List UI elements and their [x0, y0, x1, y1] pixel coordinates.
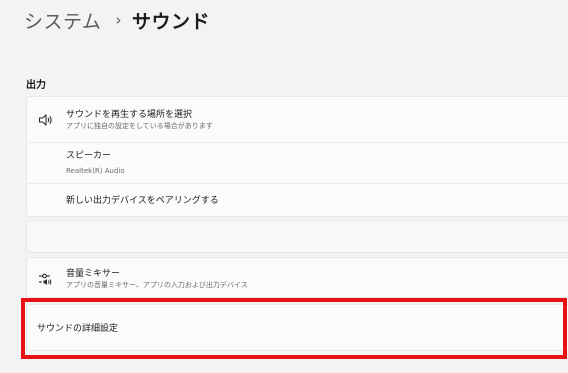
speaker-device-row[interactable]: スピーカー Realtek(R) Audio	[27, 142, 568, 183]
output-card: サウンドを再生する場所を選択 アプリに独自の設定をしている場合があります スピー…	[26, 96, 568, 217]
volume-mixer-icon	[38, 271, 54, 287]
pair-output-device-row[interactable]: 新しい出力デバイスをペアリングする	[27, 183, 568, 217]
choose-output-device-row[interactable]: サウンドを再生する場所を選択 アプリに独自の設定をしている場合があります	[27, 97, 568, 142]
blank-card	[26, 220, 568, 253]
page-title: サウンド	[131, 10, 210, 33]
speaker-icon	[38, 112, 54, 128]
choose-output-device-title: サウンドを再生する場所を選択	[66, 109, 193, 120]
advanced-sound-settings-card[interactable]: サウンドの詳細設定	[26, 304, 568, 351]
section-header-output: 出力	[26, 80, 46, 91]
speaker-device-subtitle: Realtek(R) Audio	[66, 167, 125, 175]
breadcrumb-system[interactable]: システム	[24, 7, 101, 34]
chevron-right-icon: ›	[115, 11, 122, 29]
pair-output-device-title: 新しい出力デバイスをペアリングする	[66, 195, 219, 206]
volume-mixer-card: 音量ミキサー アプリの音量ミキサー、アプリの入力および出力デバイス	[26, 257, 568, 298]
volume-mixer-title: 音量ミキサー	[66, 268, 121, 279]
advanced-sound-settings-label: サウンドの詳細設定	[37, 324, 119, 334]
volume-mixer-row[interactable]: 音量ミキサー アプリの音量ミキサー、アプリの入力および出力デバイス	[27, 258, 568, 299]
breadcrumb: システム › サウンド	[24, 6, 210, 34]
choose-output-device-subtitle: アプリに独自の設定をしている場合があります	[66, 121, 213, 130]
volume-mixer-subtitle: アプリの音量ミキサー、アプリの入力および出力デバイス	[66, 280, 248, 289]
settings-page: システム › サウンド 出力 サウンドを再生する場所を選択 アプリに独自の設定を…	[0, 0, 568, 373]
speaker-device-title: スピーカー	[66, 151, 112, 161]
